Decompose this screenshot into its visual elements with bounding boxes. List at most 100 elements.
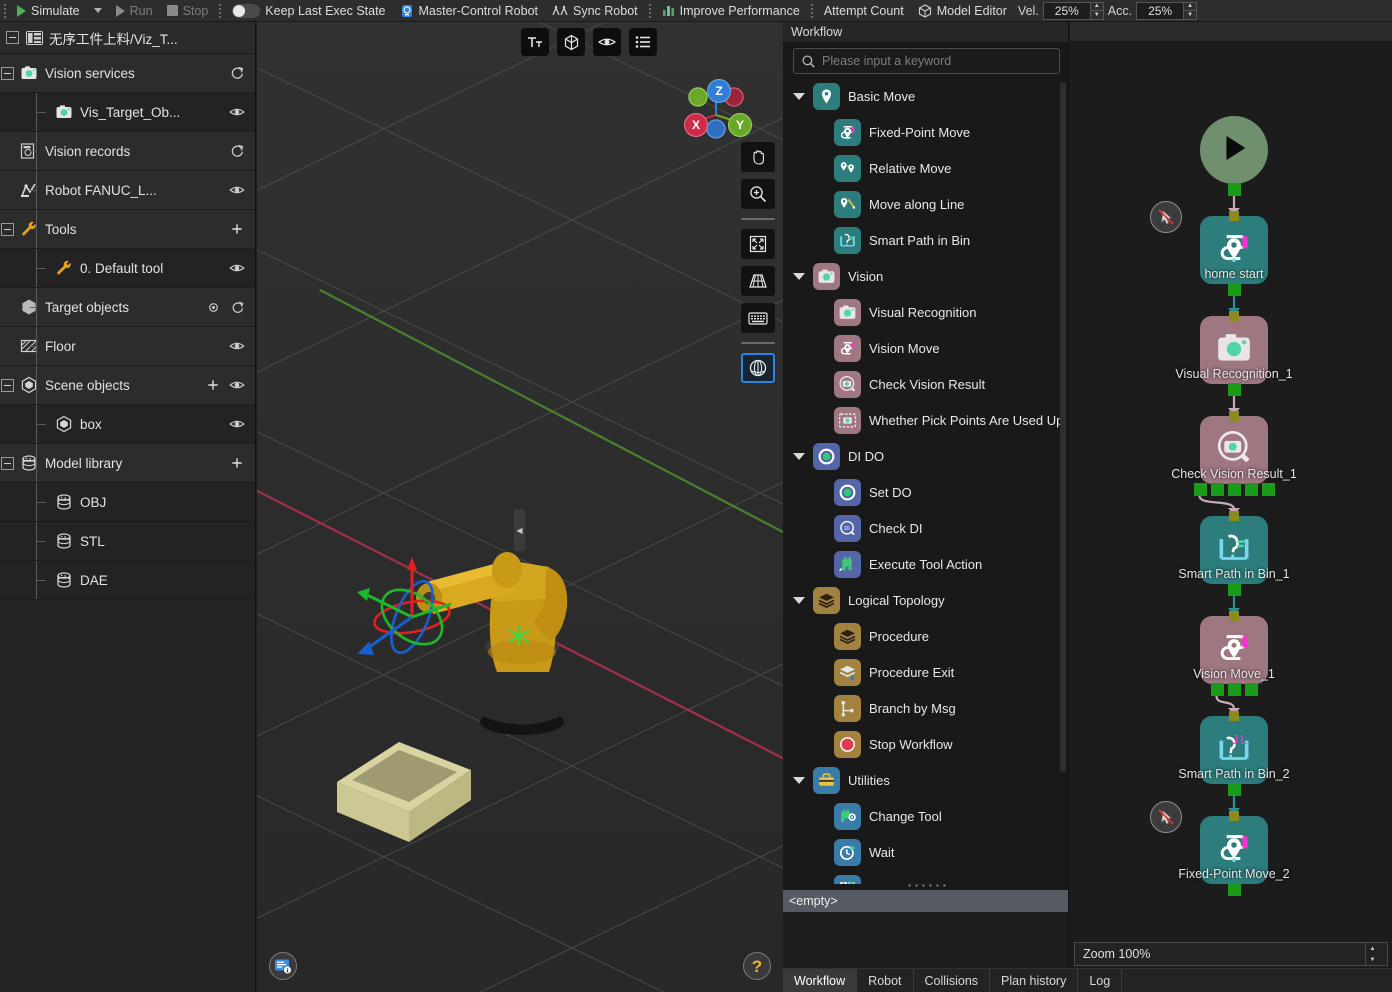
plus-icon[interactable] — [227, 219, 247, 239]
chevron-down-icon[interactable] — [793, 93, 805, 100]
tree-row-dae[interactable]: DAE — [0, 561, 255, 600]
tree-row-vision-services[interactable]: Vision services — [0, 54, 255, 93]
chevron-down-icon[interactable] — [793, 777, 805, 784]
chevron-down-icon[interactable] — [793, 453, 805, 460]
gizmo-axis-x[interactable]: X — [684, 113, 708, 137]
tab-plan-history[interactable]: Plan history — [990, 969, 1078, 992]
workflow-task-execute-tool-action[interactable]: Execute Tool Action — [783, 546, 1068, 582]
workflow-task-smart-path-in-bin[interactable]: Smart Path in Bin — [783, 222, 1068, 258]
tree-row-vision-records[interactable]: Vision records — [0, 132, 255, 171]
tree-row-box[interactable]: box — [0, 405, 255, 444]
tree-row-stl[interactable]: STL — [0, 522, 255, 561]
flow-node-input-port[interactable] — [1229, 611, 1239, 621]
tree-expander-icon[interactable] — [1, 223, 14, 236]
flow-node-output-port[interactable] — [1245, 483, 1258, 496]
simulate-dropdown[interactable] — [87, 0, 109, 22]
zoom-magnifier-icon[interactable] — [741, 179, 775, 209]
flow-node-input-port[interactable] — [1229, 711, 1239, 721]
gizmo-axis-y[interactable]: Y — [728, 113, 752, 137]
velocity-value[interactable]: 25% — [1043, 2, 1091, 20]
flow-node-input-port[interactable] — [1229, 211, 1239, 221]
chevron-down-icon[interactable] — [793, 273, 805, 280]
workflow-search-box[interactable] — [793, 48, 1060, 74]
tab-collisions[interactable]: Collisions — [914, 969, 991, 992]
globe-view-icon[interactable] — [741, 353, 775, 383]
no-cursor-icon[interactable] — [1150, 201, 1182, 233]
refresh-icon[interactable] — [227, 141, 247, 161]
eye-icon[interactable] — [227, 102, 247, 122]
text-size-icon[interactable] — [521, 28, 549, 56]
chevron-down-icon[interactable] — [793, 597, 805, 604]
workflow-task-stop-workflow[interactable]: Stop Workflow — [783, 726, 1068, 762]
tree-row-target-objects[interactable]: Target objects — [0, 288, 255, 327]
help-icon[interactable]: ? — [743, 952, 771, 980]
attempt-count-button[interactable]: Attempt Count — [817, 0, 911, 22]
stop-button[interactable]: Stop — [160, 0, 216, 22]
tree-row-floor[interactable]: Floor — [0, 327, 255, 366]
tree-row-model-library[interactable]: Model library — [0, 444, 255, 483]
workflow-task-fixed-point-move[interactable]: Fixed-Point Move — [783, 114, 1068, 150]
velocity-spin-buttons[interactable]: ▲ ▼ — [1091, 2, 1104, 20]
zoom-down-icon[interactable]: ▼ — [1366, 954, 1379, 965]
workflow-task-list[interactable]: Basic MoveFixed-Point MoveRelative MoveM… — [783, 78, 1068, 884]
simulate-button[interactable]: Simulate — [10, 0, 87, 22]
velocity-stepper[interactable]: 25% ▲ ▼ — [1043, 2, 1104, 20]
flow-node-input-port[interactable] — [1229, 511, 1239, 521]
workflow-task-move-along-line[interactable]: Move along Line — [783, 186, 1068, 222]
scene-info-icon[interactable] — [269, 952, 297, 980]
collapse-all-icon[interactable] — [6, 31, 19, 44]
flow-node-start[interactable] — [1200, 116, 1268, 184]
pan-hand-icon[interactable] — [741, 142, 775, 172]
workflow-task-procedure[interactable]: Procedure — [783, 618, 1068, 654]
tree-row-scene-objects[interactable]: Scene objects — [0, 366, 255, 405]
tree-row-tools[interactable]: Tools — [0, 210, 255, 249]
model-editor-button[interactable]: Model Editor — [911, 0, 1014, 22]
flow-node-output-port[interactable] — [1228, 183, 1241, 196]
plus-icon[interactable] — [203, 375, 223, 395]
eye-icon[interactable] — [227, 414, 247, 434]
zoom-up-icon[interactable]: ▲ — [1366, 943, 1379, 954]
eye-icon[interactable] — [227, 375, 247, 395]
tree-row-0-default-tool[interactable]: 0. Default tool — [0, 249, 255, 288]
workflow-task-check-di[interactable]: DICheck DI — [783, 510, 1068, 546]
workflow-category-basic-move[interactable]: Basic Move — [783, 78, 1068, 114]
tab-log[interactable]: Log — [1078, 969, 1122, 992]
velocity-down-icon[interactable]: ▼ — [1091, 10, 1103, 19]
workflow-task-procedure-exit[interactable]: Procedure Exit — [783, 654, 1068, 690]
workflow-task-wait[interactable]: Wait — [783, 834, 1068, 870]
run-button[interactable]: Run — [109, 0, 160, 22]
workflow-list-scrollbar[interactable] — [1060, 82, 1066, 772]
viewport-3d[interactable]: Z X Y — [257, 22, 783, 992]
fit-view-icon[interactable] — [741, 229, 775, 259]
workflow-category-vision[interactable]: Vision — [783, 258, 1068, 294]
search-input[interactable] — [822, 54, 1051, 68]
keep-last-exec-state-toggle[interactable]: Keep Last Exec State — [225, 0, 392, 22]
tree-expander-icon[interactable] — [1, 379, 14, 392]
zoom-stepper[interactable]: ▲ ▼ — [1365, 943, 1379, 965]
toolbar-grip-2[interactable] — [215, 0, 225, 22]
flow-node-output-port[interactable] — [1211, 683, 1224, 696]
empty-selection-row[interactable]: <empty> — [783, 890, 1068, 912]
flow-node-output-port[interactable] — [1245, 683, 1258, 696]
plus-icon[interactable] — [227, 453, 247, 473]
flow-node-output-port[interactable] — [1211, 483, 1224, 496]
panel-resize-handle[interactable] — [906, 882, 946, 888]
toolbar-grip[interactable] — [0, 0, 10, 22]
eye-icon[interactable] — [227, 180, 247, 200]
flow-node-output-port[interactable] — [1228, 383, 1241, 396]
zoom-control[interactable]: Zoom 100% ▲ ▼ — [1074, 942, 1388, 966]
workflow-task-visual-recognition[interactable]: Visual Recognition — [783, 294, 1068, 330]
flow-node-output-port[interactable] — [1228, 583, 1241, 596]
project-header[interactable]: 无序工件上料/Viz_T... — [0, 22, 255, 54]
toolbar-grip-3[interactable] — [645, 0, 655, 22]
flow-node-output-port[interactable] — [1228, 783, 1241, 796]
list-icon[interactable] — [629, 28, 657, 56]
acceleration-up-icon[interactable]: ▲ — [1184, 3, 1196, 11]
refresh-icon[interactable] — [227, 63, 247, 83]
workflow-task-set-do[interactable]: Set DO — [783, 474, 1068, 510]
keyboard-icon[interactable] — [741, 303, 775, 333]
acceleration-spin-buttons[interactable]: ▲ ▼ — [1184, 2, 1197, 20]
panel-collapse-handle[interactable]: ◀ — [514, 509, 525, 551]
tree-expander-icon[interactable] — [1, 457, 14, 470]
refresh-icon[interactable] — [227, 297, 247, 317]
